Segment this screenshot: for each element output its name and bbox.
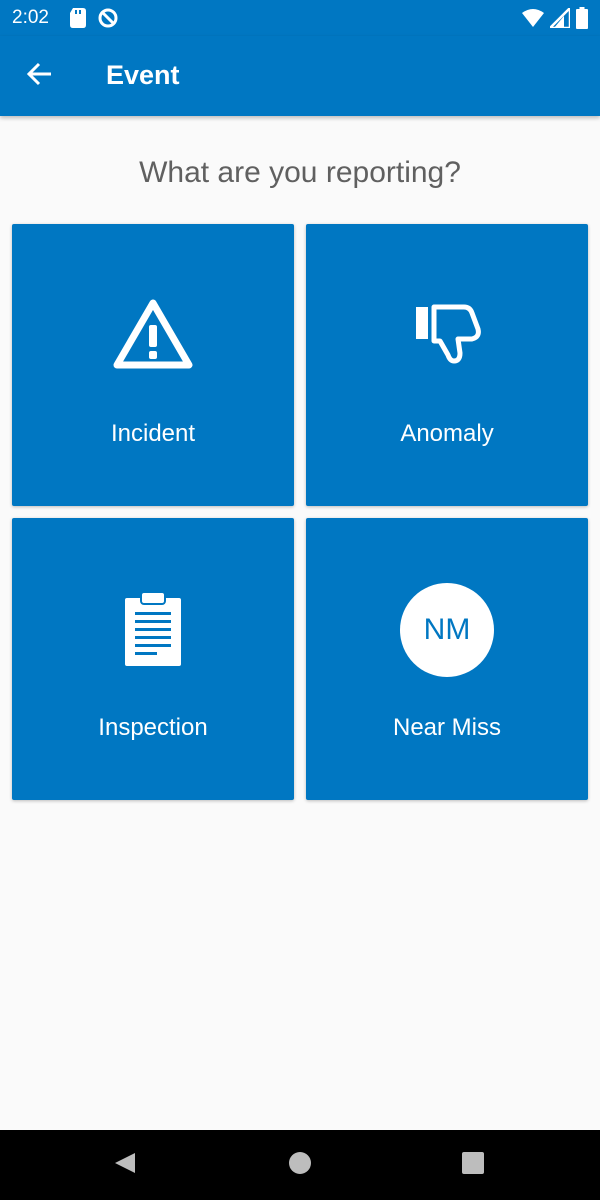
page-title: Event [106,60,180,90]
wifi-icon [522,8,544,33]
warning-icon [113,299,193,374]
status-bar: 2:02 [0,0,600,36]
tile-incident[interactable]: Incident [12,224,294,506]
status-right-icons [522,4,588,34]
thumbs-down-icon [412,303,482,370]
prompt-heading: What are you reporting? [139,156,461,189]
tile-anomaly[interactable]: Anomaly [306,224,588,506]
nav-recents-button[interactable] [460,1151,486,1180]
signal-icon [546,4,572,33]
system-nav-bar [0,1130,600,1200]
tile-label: Inspection [98,714,208,741]
back-button[interactable] [20,56,60,96]
sd-card-icon [70,8,86,33]
status-left-icons [70,8,118,33]
recents-square-icon [461,1151,485,1180]
tile-near-miss[interactable]: NM Near Miss [306,518,588,800]
battery-icon [576,7,588,34]
nav-back-button[interactable] [112,1152,138,1178]
tile-label: Incident [110,420,196,447]
data-saver-icon [98,8,118,33]
app-bar: Event [0,36,600,116]
home-circle-icon [288,1151,312,1180]
clipboard-icon [125,590,181,671]
tile-label: Near Miss [392,714,501,741]
back-triangle-icon [113,1151,137,1180]
tile-label: Anomaly [400,420,494,447]
arrow-back-icon [26,61,53,92]
near-miss-icon: NM [400,583,494,677]
status-time: 2:02 [12,7,49,28]
nav-home-button[interactable] [287,1151,313,1180]
tile-inspection[interactable]: Inspection [12,518,294,800]
screen: 2:02 Event What are you reporting? Incid… [0,0,600,1200]
